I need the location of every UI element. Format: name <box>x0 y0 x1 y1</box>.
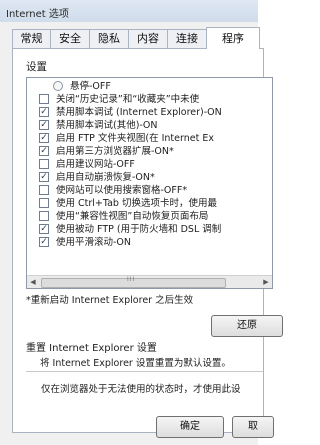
scroll-left-icon[interactable]: ◀ <box>27 276 39 288</box>
tab-programs[interactable]: 程序 <box>206 27 260 49</box>
setting-label: 使用“兼容性视图”自动恢复页面布局 <box>56 211 209 222</box>
setting-label: 使用平滑滚动-ON <box>56 237 132 248</box>
restore-button[interactable]: 还原 <box>211 315 283 337</box>
checkbox[interactable]: ✓ <box>39 146 49 156</box>
checkbox[interactable]: ✓ <box>39 224 49 234</box>
settings-list[interactable]: 悬停-OFF 关闭“历史记录”和“收藏夹”中未使 ✓ 禁用脚本调试 (Inter… <box>26 77 273 289</box>
scroll-right-icon[interactable]: ▶ <box>260 276 272 288</box>
checkbox[interactable]: ✓ <box>39 237 49 247</box>
checkbox[interactable] <box>39 211 49 221</box>
setting-label: 启用建议网站-OFF <box>56 159 135 170</box>
tab-security[interactable]: 安全 <box>50 29 90 48</box>
cancel-button[interactable]: 取 <box>232 416 274 438</box>
reset-heading: 重置 Internet Explorer 设置 <box>26 343 157 354</box>
reset-description: 将 Internet Explorer 设置重置为默认设置。 <box>40 358 231 369</box>
setting-label: 使用被动 FTP (用于防火墙和 DSL 调制 <box>56 224 222 235</box>
tab-content[interactable]: 内容 <box>128 29 168 48</box>
setting-label: 使网站可以使用搜索窗格-OFF* <box>56 185 188 196</box>
checkbox[interactable]: ✓ <box>39 133 49 143</box>
tab-panel: 设置 悬停-OFF 关闭“历史记录”和“收藏夹”中未使 ✓ 禁用脚本调试 (In… <box>12 48 283 433</box>
checkbox[interactable] <box>39 94 49 104</box>
reset-warning: 仅在浏览器处于无法使用的状态时，才使用此设 <box>41 384 241 395</box>
setting-label: 禁用脚本调试(其他)-ON <box>56 120 158 131</box>
restart-note: *重新启动 Internet Explorer 之后生效 <box>26 295 194 306</box>
ok-button[interactable]: 确定 <box>156 416 224 438</box>
window-title: Internet 选项 <box>6 9 69 20</box>
tab-privacy[interactable]: 隐私 <box>89 29 129 48</box>
checkbox[interactable]: ✓ <box>39 172 49 182</box>
tab-connections[interactable]: 连接 <box>167 29 207 48</box>
title-bar: Internet 选项 <box>0 0 258 23</box>
setting-label: 启用自动崩溃恢复-ON* <box>56 172 155 183</box>
setting-label: 启用 FTP 文件夹视图(在 Internet Ex <box>56 133 214 144</box>
horizontal-scrollbar[interactable]: ◀ III ▶ <box>27 275 272 288</box>
scroll-thumb[interactable]: III <box>41 276 226 288</box>
checkbox[interactable]: ✓ <box>39 107 49 117</box>
divider <box>26 371 263 372</box>
checkbox[interactable] <box>39 198 49 208</box>
radio-button[interactable] <box>53 81 63 91</box>
setting-label: 使用 Ctrl+Tab 切换选项卡时，使用最 <box>56 198 217 209</box>
scroll-grip: III <box>127 276 136 283</box>
checkbox[interactable]: ✓ <box>39 120 49 130</box>
checkbox[interactable] <box>39 159 49 169</box>
setting-label: 关闭“历史记录”和“收藏夹”中未使 <box>56 94 200 105</box>
checkbox[interactable] <box>39 185 49 195</box>
dialog-client: 常规 安全 隐私 内容 连接 程序 设置 悬停-OFF 关闭“历史记录”和“收藏… <box>0 22 283 445</box>
settings-label: 设置 <box>26 61 47 73</box>
setting-label: 悬停-OFF <box>70 81 111 92</box>
tab-general[interactable]: 常规 <box>12 29 51 48</box>
setting-label: 禁用脚本调试 (Internet Explorer)-ON <box>56 107 222 118</box>
tab-strip: 常规 安全 隐私 内容 连接 程序 <box>12 27 260 49</box>
setting-label: 启用第三方浏览器扩展-ON* <box>56 146 174 157</box>
